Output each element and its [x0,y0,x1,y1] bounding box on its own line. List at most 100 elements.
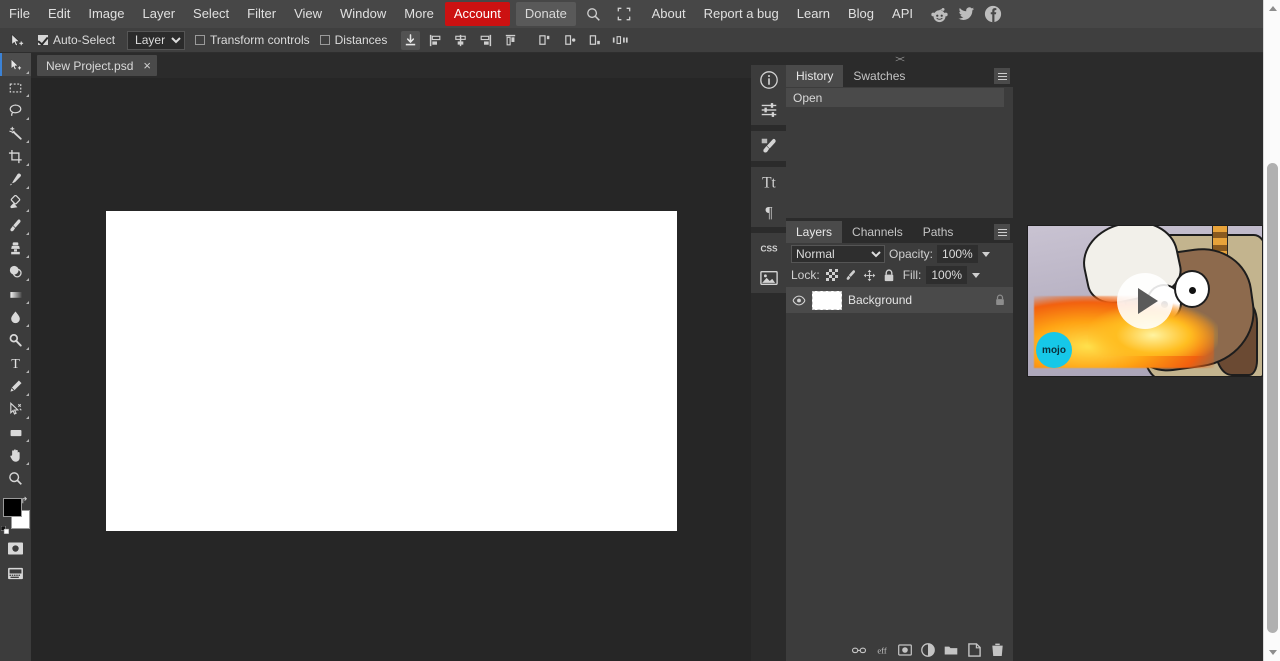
history-list[interactable]: Open [786,88,1013,218]
layers-panel-menu-icon[interactable] [994,224,1010,240]
align-download-icon[interactable] [401,31,420,50]
new-layer-icon[interactable] [967,643,981,657]
menu-window[interactable]: Window [331,2,395,26]
distances-checkbox[interactable]: Distances [320,33,388,47]
scroll-up-arrow[interactable] [1264,0,1280,17]
add-mask-icon[interactable] [898,643,912,657]
twitter-icon[interactable] [956,4,976,24]
pen-tool[interactable] [0,375,31,398]
tab-history[interactable]: History [786,65,843,87]
dodge-tool[interactable] [0,329,31,352]
menu-image[interactable]: Image [79,2,133,26]
quick-mask-icon[interactable] [0,536,31,561]
css-icon[interactable]: CSS [751,233,786,263]
reddit-icon[interactable] [929,4,949,24]
type-tool[interactable]: T [0,352,31,375]
distribute-center-icon[interactable] [561,31,580,50]
path-select-tool[interactable] [0,398,31,421]
opacity-caret-icon[interactable] [982,252,990,257]
menu-layer[interactable]: Layer [134,2,185,26]
menu-select[interactable]: Select [184,2,238,26]
tab-swatches[interactable]: Swatches [843,65,915,87]
reset-colors-icon[interactable] [1,526,10,535]
layer-effects-icon[interactable]: eff [875,643,889,657]
donate-button[interactable]: Donate [516,2,576,26]
tab-paths[interactable]: Paths [913,221,964,243]
color-swatches[interactable] [0,496,31,536]
lock-transparency-icon[interactable] [825,268,839,282]
lasso-tool[interactable] [0,99,31,122]
history-panel-menu-icon[interactable] [994,68,1010,84]
align-right-edges-icon[interactable] [476,31,495,50]
play-button-icon[interactable] [1117,273,1173,329]
crop-tool[interactable] [0,145,31,168]
close-icon[interactable]: × [143,60,151,72]
search-icon[interactable] [582,4,606,24]
screen-mode-icon[interactable] [0,561,31,586]
opacity-value[interactable]: 100% [937,245,978,263]
blur-tool[interactable] [0,306,31,329]
gradient-tool[interactable] [0,283,31,306]
canvas-area[interactable] [31,78,751,661]
menu-more[interactable]: More [395,2,443,26]
new-group-icon[interactable] [944,643,958,657]
link-api[interactable]: API [883,2,922,26]
align-top-edges-icon[interactable] [501,31,520,50]
lock-position-icon[interactable] [863,268,877,282]
brushes-icon[interactable] [751,131,786,161]
facebook-icon[interactable] [983,4,1003,24]
menu-file[interactable]: File [0,2,39,26]
hand-tool[interactable] [0,444,31,467]
tab-channels[interactable]: Channels [842,221,913,243]
adjustment-layer-icon[interactable] [921,643,935,657]
document-tab[interactable]: New Project.psd × [37,55,157,76]
eyedropper-tool[interactable] [0,168,31,191]
lock-all-icon[interactable] [882,268,896,282]
layers-list[interactable]: Background [786,285,1013,313]
menu-filter[interactable]: Filter [238,2,285,26]
character-icon[interactable]: Tt [751,167,786,197]
link-report-a-bug[interactable]: Report a bug [695,2,788,26]
scrollbar-thumb[interactable] [1267,163,1278,633]
image-icon[interactable] [751,263,786,293]
align-horizontal-centers-icon[interactable] [451,31,470,50]
auto-select-scope-dropdown[interactable]: Layer [127,31,185,50]
link-about[interactable]: About [643,2,695,26]
menu-view[interactable]: View [285,2,331,26]
layer-visibility-icon[interactable] [792,293,806,307]
shape-tool[interactable] [0,421,31,444]
browser-scrollbar[interactable] [1263,0,1280,661]
swap-colors-icon[interactable] [21,496,30,505]
delete-layer-icon[interactable] [990,643,1004,657]
artboard[interactable] [106,211,677,531]
distribute-right-icon[interactable] [586,31,605,50]
zoom-tool[interactable] [0,467,31,490]
link-layers-icon[interactable] [852,643,866,657]
transform-controls-checkbox[interactable]: Transform controls [195,33,310,47]
fullscreen-icon[interactable] [612,4,636,24]
align-left-edges-icon[interactable] [426,31,445,50]
foreground-color-swatch[interactable] [3,498,22,517]
move-tool[interactable] [0,53,31,76]
history-item[interactable]: Open [786,88,1004,107]
account-button[interactable]: Account [445,2,510,26]
video-ad-thumbnail[interactable]: mojo [1027,225,1263,377]
panel-collapse-handle[interactable]: >< [786,53,1013,65]
layer-name[interactable]: Background [848,293,987,307]
fill-value[interactable]: 100% [926,266,967,284]
clone-stamp-tool[interactable] [0,237,31,260]
paragraph-icon[interactable]: ¶ [751,197,786,227]
distribute-left-icon[interactable] [536,31,555,50]
spot-heal-tool[interactable] [0,191,31,214]
rectangular-marquee-tool[interactable] [0,76,31,99]
tab-layers[interactable]: Layers [786,221,842,243]
distribute-spacing-icon[interactable] [611,31,630,50]
link-blog[interactable]: Blog [839,2,883,26]
table-row[interactable]: Background [786,287,1013,313]
adjustments-icon[interactable] [751,95,786,125]
link-learn[interactable]: Learn [788,2,839,26]
scroll-down-arrow[interactable] [1264,644,1280,661]
info-icon[interactable] [751,65,786,95]
eraser-tool[interactable] [0,260,31,283]
menu-edit[interactable]: Edit [39,2,79,26]
